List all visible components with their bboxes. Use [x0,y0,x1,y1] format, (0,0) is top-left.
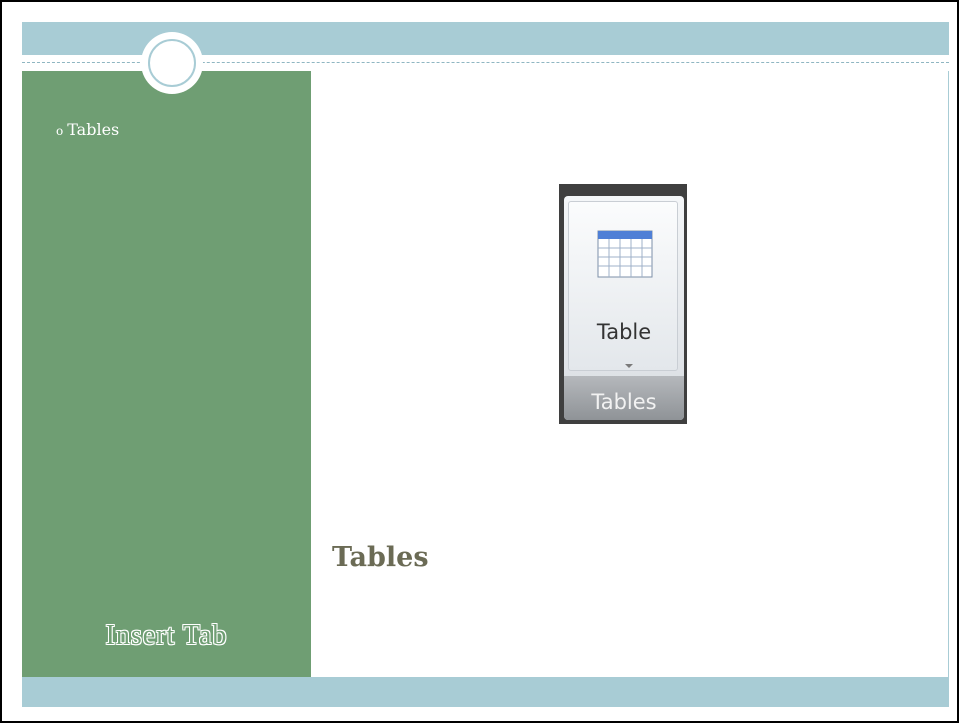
bottom-band [22,677,949,707]
ribbon-group-label: Tables [591,390,657,414]
bullet-text: Tables [67,120,120,139]
ribbon-group-footer: Tables [564,376,684,420]
side-title: Insert Tab [105,620,228,651]
bullet-marker: o [56,124,64,138]
circle-ornament [141,32,203,94]
side-panel [22,71,311,677]
ribbon-screenshot: Table Tables [559,184,687,424]
ribbon-group: Table Tables [564,196,684,420]
table-grid-icon [597,230,653,278]
circle-ornament-inner [148,39,196,87]
table-button-label: Table [596,320,652,344]
chevron-down-icon[interactable] [625,364,633,368]
bullet-item: o Tables [56,120,119,139]
table-button[interactable]: Table [568,201,678,371]
content-heading: Tables [332,542,429,573]
